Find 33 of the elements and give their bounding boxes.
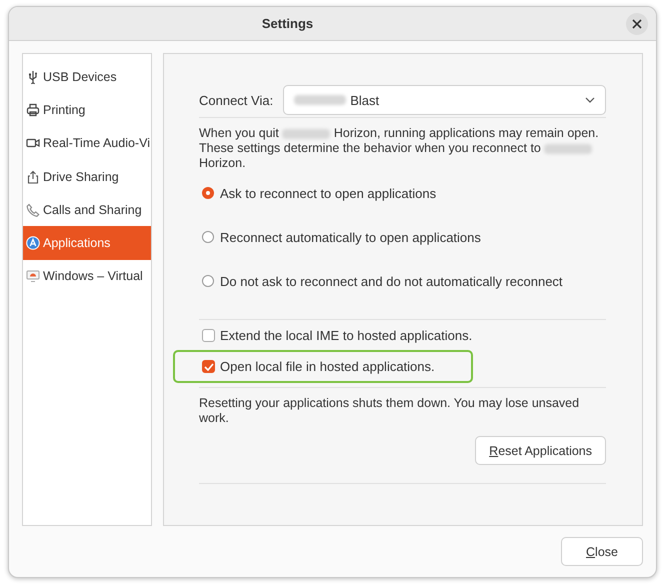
description-text: When you quit Horizon, running applications may remain open. These settings determine the behavior when you reconnect to Horizon. — [199, 126, 600, 171]
checkbox[interactable] — [202, 328, 215, 342]
option-label[interactable]: Ask to reconnect to open applications — [220, 186, 436, 200]
radio-button[interactable] — [202, 275, 214, 287]
field-label: Connect Via: — [199, 92, 274, 108]
printer-icon — [26, 102, 40, 117]
option-label[interactable]: Reconnect automatically to open applications — [220, 230, 481, 244]
close-button[interactable]: Close — [561, 537, 643, 566]
reset-applications-button[interactable]: Reset Applications — [475, 436, 606, 465]
sidebar-item[interactable]: Windows – Virtual — [23, 260, 151, 294]
checkbox[interactable] — [202, 360, 215, 373]
sidebar-item[interactable]: Applications — [23, 226, 151, 260]
close-button[interactable] — [626, 13, 648, 35]
sidebar-item[interactable]: USB Devices — [23, 60, 151, 94]
window-title: Settings — [262, 16, 314, 31]
close-icon — [632, 19, 642, 29]
radio-button[interactable] — [202, 231, 214, 243]
usb-icon — [26, 70, 40, 84]
option-label[interactable]: Do not ask to reconnect and do not automatically reconnect — [220, 274, 563, 288]
checkbox-label[interactable]: Open local file in hosted applications. — [220, 359, 435, 374]
phone-icon — [26, 202, 40, 217]
app-store-icon — [26, 236, 40, 250]
radio-button[interactable] — [202, 187, 214, 199]
reset-note: Resetting your applications shuts them down. You may lose unsaved work. — [199, 396, 580, 426]
sidebar-item[interactable]: Real-Time Audio-Vi — [23, 126, 151, 160]
sidebar-item[interactable]: Drive Sharing — [23, 160, 151, 194]
sidebar-item[interactable]: Printing — [23, 93, 151, 127]
connection-dropdown[interactable]: Blast — [283, 85, 606, 115]
sidebar-item[interactable]: Calls and Sharing — [23, 193, 151, 226]
chevron-down-icon — [585, 97, 595, 103]
checkbox-label[interactable]: Extend the local IME to hosted applications. — [220, 328, 472, 342]
monitor-icon — [26, 269, 40, 284]
share-icon — [26, 170, 40, 184]
